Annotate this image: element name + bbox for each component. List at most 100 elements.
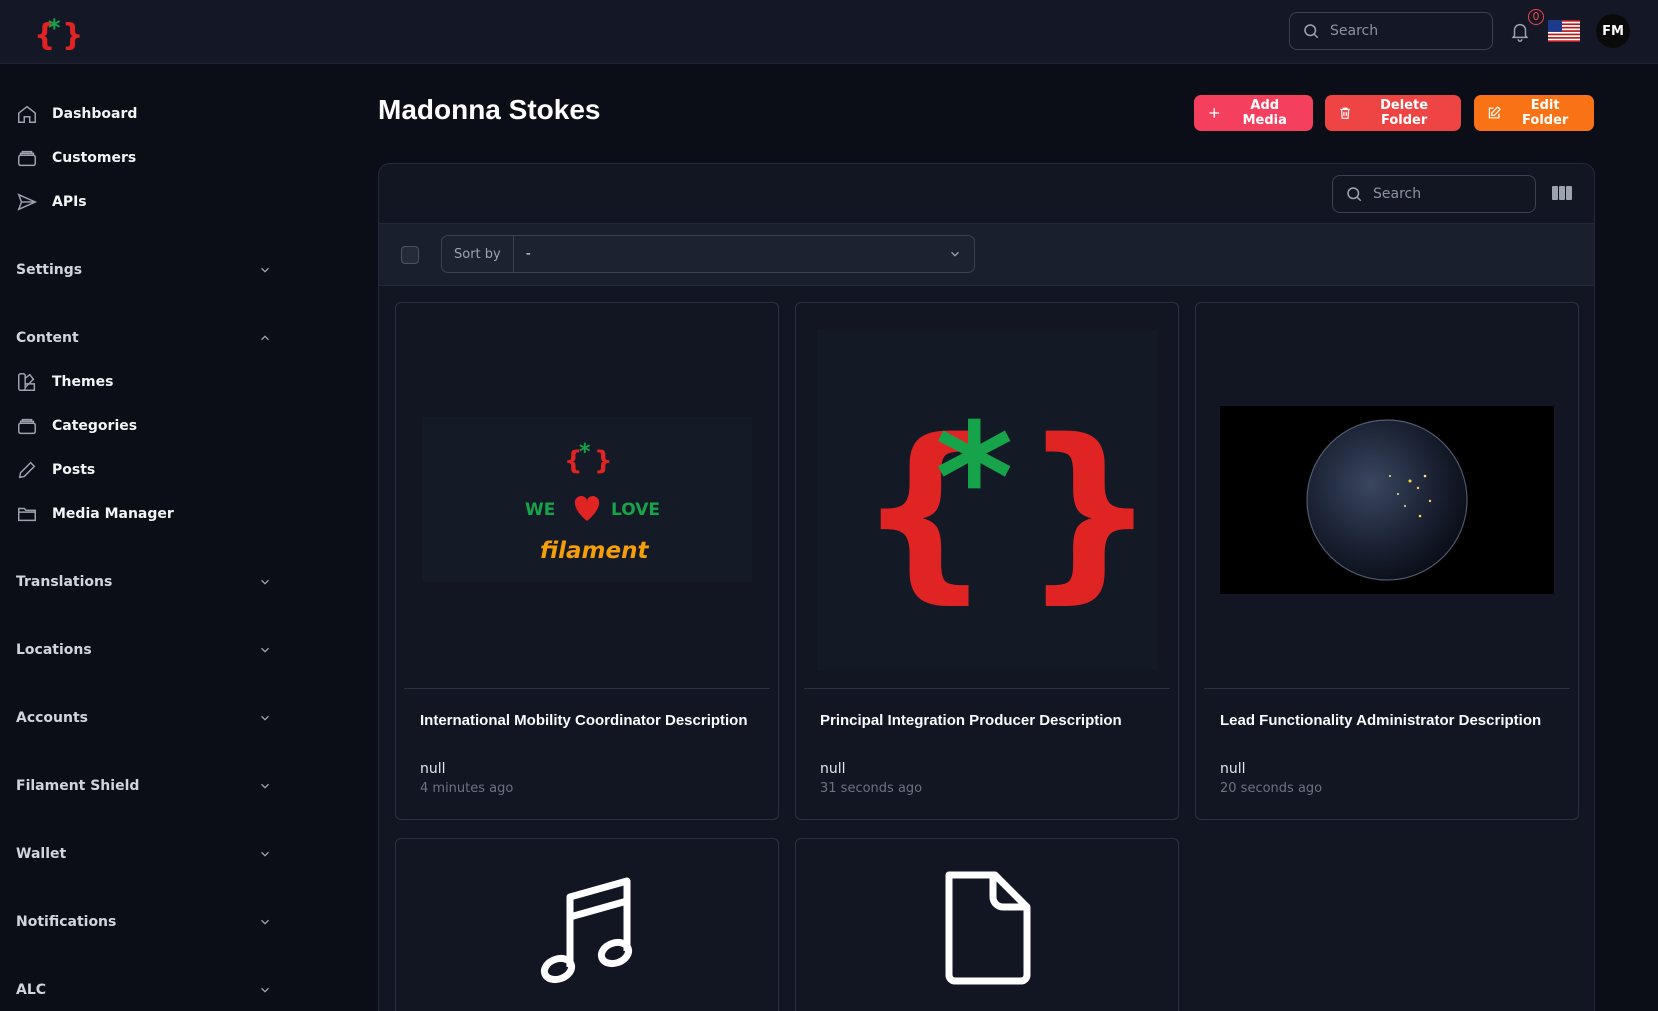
trash-icon	[1340, 107, 1350, 119]
notification-count-badge: 0	[1528, 9, 1544, 25]
media-thumbnail: { } *	[804, 311, 1170, 689]
media-card[interactable]: { } * Principal Integration Producer Des…	[795, 302, 1179, 820]
chevron-down-icon	[261, 783, 269, 789]
sidebar-item-label: Posts	[52, 462, 96, 478]
global-search-input[interactable]	[1330, 23, 1470, 39]
sidebar-item-media-manager[interactable]: Media Manager	[16, 498, 276, 530]
sidebar-group-content[interactable]: Content	[16, 323, 272, 353]
svg-text:}: }	[594, 446, 613, 476]
chevron-down-icon	[261, 579, 269, 585]
document-icon	[945, 871, 1031, 985]
sidebar-group-alc[interactable]: ALC	[16, 975, 272, 1005]
sidebar-item-label: Themes	[52, 374, 114, 390]
card-description: null	[1220, 761, 1246, 777]
page-title: Madonna Stokes	[378, 94, 601, 125]
sidebar-item-label: APIs	[52, 194, 87, 210]
sidebar-group-locations[interactable]: Locations	[16, 635, 272, 665]
media-thumbnail: { } * WE LOVE filament	[404, 311, 770, 689]
sidebar-group-notifications[interactable]: Notifications	[16, 907, 272, 937]
sidebar-item-posts[interactable]: Posts	[16, 454, 276, 486]
media-card[interactable]: { } * WE LOVE filament International Mob…	[395, 302, 779, 820]
stack-icon	[18, 150, 36, 167]
global-search[interactable]	[1289, 12, 1493, 50]
card-title: Lead Functionality Administrator Descrip…	[1220, 712, 1542, 729]
bell-icon[interactable]	[1509, 19, 1531, 43]
edit-folder-button[interactable]: Edit Folder	[1474, 95, 1594, 131]
pencil-icon	[18, 461, 36, 479]
chevron-down-icon	[261, 267, 269, 273]
sidebar-group-accounts[interactable]: Accounts	[16, 703, 272, 733]
love-text: LOVE	[611, 500, 660, 520]
sidebar-group-label: Content	[16, 330, 79, 346]
grid-search[interactable]	[1332, 175, 1536, 213]
home-icon	[18, 105, 36, 123]
sidebar-group-label: Accounts	[16, 710, 89, 726]
plus-icon	[1209, 108, 1220, 118]
chevron-down-icon	[261, 647, 269, 653]
grid-search-input[interactable]	[1373, 186, 1513, 202]
sidebar-group-label: Wallet	[16, 846, 67, 862]
edit-icon	[1488, 106, 1502, 119]
sidebar-group-translations[interactable]: Translations	[16, 567, 272, 597]
add-media-button[interactable]: Add Media	[1194, 95, 1313, 131]
sidebar-item-label: Customers	[52, 150, 137, 166]
sidebar-group-filament-shield[interactable]: Filament Shield	[16, 771, 272, 801]
card-title: Principal Integration Producer Descripti…	[820, 712, 1122, 729]
card-description: null	[420, 761, 446, 777]
delete-folder-label: Delete Folder	[1380, 98, 1429, 128]
sidebar-item-themes[interactable]: Themes	[16, 366, 276, 398]
search-icon	[1347, 187, 1362, 202]
sidebar-item-customers[interactable]: Customers	[16, 142, 276, 174]
svg-text:*: *	[48, 14, 61, 42]
add-media-label: Add Media	[1242, 98, 1287, 128]
chevron-up-icon	[261, 335, 269, 341]
media-card[interactable]: Lead Functionality Administrator Descrip…	[1195, 302, 1579, 820]
card-timestamp: 31 seconds ago	[820, 781, 923, 796]
we-love-filament-image: { } * WE LOVE filament	[422, 417, 752, 582]
sort-by-value: -	[525, 246, 531, 262]
sidebar-group-label: ALC	[16, 982, 47, 998]
select-all-checkbox[interactable]	[401, 246, 419, 264]
sidebar-group-label: Settings	[16, 262, 83, 278]
svg-text:}: }	[1022, 399, 1157, 620]
delete-folder-button[interactable]: Delete Folder	[1325, 95, 1461, 131]
send-icon	[17, 193, 38, 211]
sidebar-item-dashboard[interactable]: Dashboard	[16, 98, 276, 130]
chevron-down-icon	[261, 987, 269, 993]
svg-text:*: *	[935, 392, 1013, 566]
sidebar-item-apis[interactable]: APIs	[16, 186, 276, 218]
sidebar-item-categories[interactable]: Categories	[16, 410, 276, 442]
grid-toolbar: Sort by -	[379, 224, 1594, 286]
user-avatar[interactable]: FM	[1596, 14, 1630, 48]
chevron-down-icon	[951, 251, 959, 257]
sort-by-select[interactable]: Sort by -	[441, 235, 975, 273]
card-description: null	[820, 761, 846, 777]
us-flag-icon[interactable]	[1548, 20, 1580, 42]
edit-folder-label: Edit Folder	[1522, 98, 1569, 128]
filament-text: filament	[540, 538, 649, 564]
sidebar-item-label: Media Manager	[52, 506, 174, 522]
sort-by-label: Sort by	[442, 236, 514, 272]
we-text: WE	[525, 500, 555, 520]
stack-icon	[18, 418, 36, 435]
media-thumbnail	[404, 847, 770, 1007]
sidebar-group-label: Locations	[16, 642, 92, 658]
sidebar-group-label: Filament Shield	[16, 778, 140, 794]
sidebar-group-label: Translations	[16, 574, 113, 590]
brand-logo-icon[interactable]: { } *	[34, 12, 80, 52]
card-timestamp: 20 seconds ago	[1220, 781, 1323, 796]
media-card[interactable]	[395, 838, 779, 1011]
card-timestamp: 4 minutes ago	[420, 781, 514, 796]
sidebar-group-wallet[interactable]: Wallet	[16, 839, 272, 869]
sidebar-group-settings[interactable]: Settings	[16, 255, 272, 285]
sidebar-item-label: Categories	[52, 418, 138, 434]
media-grid-panel: Sort by - { } * WE LOVE filament Interna…	[378, 163, 1595, 1011]
chevron-down-icon	[261, 851, 269, 857]
search-icon	[1304, 24, 1319, 39]
earth-at-night-image	[1220, 405, 1554, 594]
svg-text:}: }	[62, 18, 80, 52]
card-title: International Mobility Coordinator Descr…	[420, 712, 748, 729]
folder-icon	[18, 507, 36, 522]
media-card[interactable]	[795, 838, 1179, 1011]
columns-icon[interactable]	[1551, 184, 1573, 202]
